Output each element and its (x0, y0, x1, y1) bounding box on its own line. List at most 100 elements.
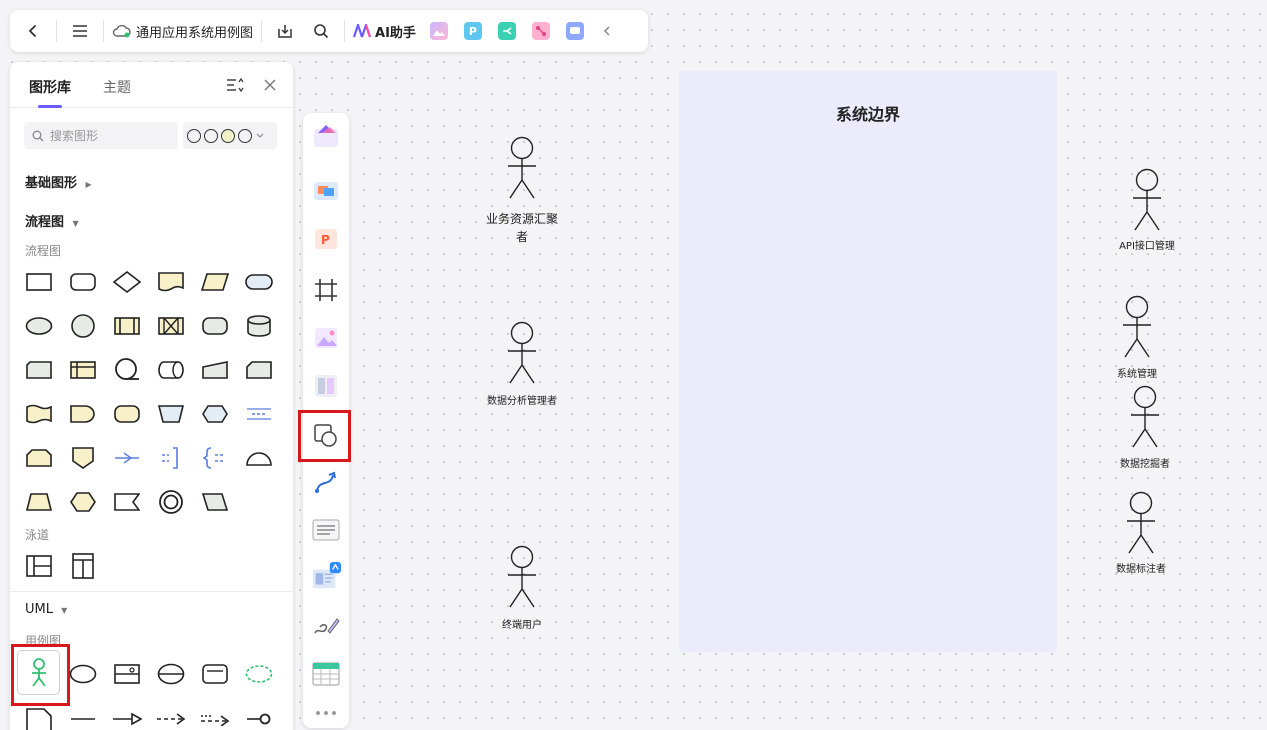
frame-tool[interactable] (311, 275, 341, 305)
hexagon-shape[interactable] (68, 487, 98, 517)
section-uml[interactable]: UML ▼ (25, 602, 67, 617)
layout-tool[interactable] (311, 371, 341, 401)
download-button[interactable] (270, 16, 300, 46)
more-tools-button[interactable] (311, 698, 341, 728)
chat-app-icon[interactable] (565, 22, 584, 40)
menu-button[interactable] (65, 16, 95, 46)
dependency-arrow-shape[interactable] (156, 704, 186, 730)
flow-app-icon[interactable] (531, 22, 550, 40)
tab-shape-library[interactable]: 图形库 (29, 77, 71, 97)
document-shape[interactable] (156, 267, 186, 297)
document-title[interactable]: 通用应用系统用例图 (136, 22, 253, 41)
pen-tool[interactable] (311, 611, 341, 641)
table-icon (312, 662, 340, 686)
presentation-tool[interactable]: P (311, 224, 341, 254)
vertical-swimlane-shape[interactable] (68, 551, 98, 581)
more-icon (316, 711, 336, 715)
include-arrow-shape[interactable] (200, 704, 230, 730)
subsystem-shape[interactable] (112, 659, 142, 689)
caret-down-icon: ▼ (72, 219, 79, 228)
use-case-ellipse-shape[interactable] (68, 659, 98, 689)
shape-search-input[interactable] (50, 128, 170, 143)
skewed-shape[interactable] (200, 487, 230, 517)
sequential-storage-shape[interactable] (112, 355, 142, 385)
system-boundary-title[interactable]: 系统边界 (679, 101, 1057, 125)
terminator-shape[interactable] (244, 267, 274, 297)
section-divider (10, 591, 293, 592)
association-line-shape[interactable] (68, 704, 98, 730)
loop-limit-shape[interactable] (24, 443, 54, 473)
material-tool[interactable] (311, 176, 341, 206)
note-shape[interactable] (24, 704, 54, 730)
manual-input-shape[interactable] (200, 355, 230, 385)
boundary-object-shape[interactable] (200, 659, 230, 689)
collaboration-shape[interactable] (244, 659, 274, 689)
data-parallelogram-shape[interactable] (200, 267, 230, 297)
close-icon[interactable] (264, 79, 276, 91)
actor-figure[interactable]: 终端用户 (491, 545, 553, 633)
template-tool[interactable] (311, 121, 341, 151)
internal-storage-shape[interactable] (68, 355, 98, 385)
predefined-process-shape[interactable] (112, 311, 142, 341)
back-button[interactable] (18, 16, 48, 46)
manual-operation-shape[interactable] (156, 399, 186, 429)
system-boundary[interactable]: 系统边界 (679, 71, 1057, 652)
off-page-connector-shape[interactable] (68, 443, 98, 473)
double-circle-shape[interactable] (156, 487, 186, 517)
shape-style-picker[interactable] (183, 122, 277, 149)
annotation-lines-shape[interactable] (244, 399, 274, 429)
section-basic-shapes[interactable]: 基础图形 ▶ (25, 172, 92, 191)
rounded-rectangle-shape[interactable] (68, 267, 98, 297)
collate-shape[interactable] (156, 311, 186, 341)
sort-icon[interactable] (226, 77, 244, 93)
text-list-icon (312, 519, 340, 541)
actor-figure[interactable]: 业务资源汇聚者 (482, 136, 562, 246)
circle-shape[interactable] (68, 311, 98, 341)
stick-figure-icon (1131, 385, 1159, 448)
panel-tabs: 图形库 主题 (10, 62, 293, 108)
actor-figure[interactable]: 系统管理 (1107, 295, 1167, 382)
direct-storage-shape[interactable] (156, 355, 186, 385)
section-flowchart[interactable]: 流程图 ▼ (25, 211, 79, 230)
connector-tool[interactable] (311, 467, 341, 497)
tab-theme[interactable]: 主题 (103, 77, 131, 97)
text-tool[interactable] (311, 515, 341, 545)
display-shape[interactable] (112, 399, 142, 429)
ellipse-shape[interactable] (24, 311, 54, 341)
half-circle-shape[interactable] (244, 443, 274, 473)
punched-card-shape[interactable] (244, 355, 274, 385)
presentation-app-icon[interactable]: P (463, 22, 482, 40)
ai-assistant-button[interactable]: AI助手 (353, 22, 416, 41)
image-ai-icon[interactable] (429, 22, 448, 40)
shape-search-box[interactable] (24, 122, 178, 149)
rectangle-shape[interactable] (24, 267, 54, 297)
trapezoid-shape[interactable] (24, 487, 54, 517)
stored-data-shape[interactable] (112, 487, 142, 517)
search-button[interactable] (306, 16, 336, 46)
decision-diamond-shape[interactable] (112, 267, 142, 297)
extension-point-shape[interactable] (156, 659, 186, 689)
actor-figure[interactable]: API接口管理 (1112, 168, 1182, 254)
actor-figure[interactable]: 数据分析管理者 (481, 321, 563, 409)
top-toolbar: 通用应用系统用例图 AI助手 P (10, 10, 648, 52)
card-shape[interactable] (24, 355, 54, 385)
preparation-hexagon-shape[interactable] (200, 399, 230, 429)
bracket-left-shape[interactable] (200, 443, 230, 473)
alternate-process-shape[interactable] (200, 311, 230, 341)
widget-tool[interactable] (311, 562, 341, 592)
actor-figure[interactable]: 数据挖掘者 (1115, 385, 1175, 472)
punched-tape-shape[interactable] (24, 399, 54, 429)
generalization-arrow-shape[interactable] (112, 704, 142, 730)
horizontal-swimlane-shape[interactable] (24, 551, 54, 581)
mindmap-app-icon[interactable] (497, 22, 516, 40)
database-shape[interactable] (244, 311, 274, 341)
image-tool[interactable] (311, 323, 341, 353)
collapse-toolbar-button[interactable] (592, 16, 622, 46)
bracket-right-shape[interactable] (156, 443, 186, 473)
actor-figure[interactable]: 数据标注者 (1111, 491, 1171, 577)
delay-shape[interactable] (68, 399, 98, 429)
table-tool[interactable] (311, 659, 341, 689)
arrow-connector-shape[interactable] (112, 443, 142, 473)
interface-lollipop-shape[interactable] (244, 704, 274, 730)
ai-assistant-label: AI助手 (375, 25, 416, 41)
